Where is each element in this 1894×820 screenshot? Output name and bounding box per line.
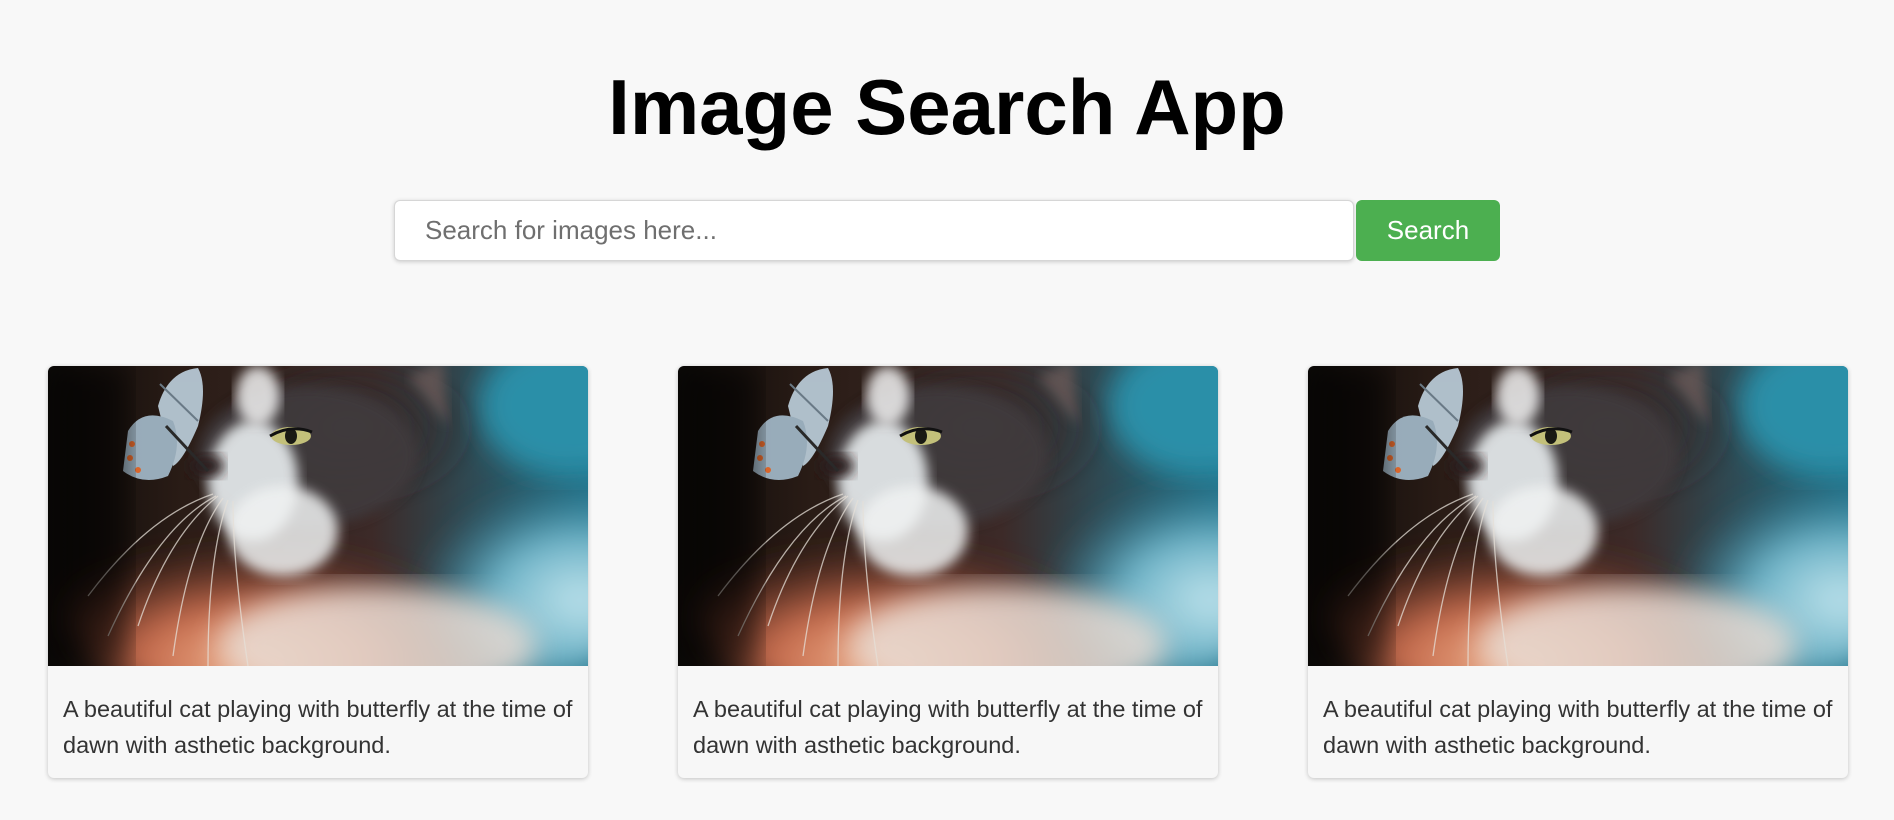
result-card[interactable]: A beautiful cat playing with butterfly a… bbox=[678, 366, 1218, 778]
result-caption: A beautiful cat playing with butterfly a… bbox=[1323, 696, 1833, 758]
result-image[interactable] bbox=[678, 366, 1218, 666]
result-caption: A beautiful cat playing with butterfly a… bbox=[63, 696, 573, 758]
result-image[interactable] bbox=[1308, 366, 1848, 666]
result-image[interactable] bbox=[48, 366, 588, 666]
result-card[interactable]: A beautiful cat playing with butterfly a… bbox=[1308, 366, 1848, 778]
search-button[interactable]: Search bbox=[1356, 200, 1500, 261]
result-caption: A beautiful cat playing with butterfly a… bbox=[693, 696, 1203, 758]
search-input[interactable] bbox=[394, 200, 1354, 261]
page-title: Image Search App bbox=[608, 63, 1286, 151]
result-card[interactable]: A beautiful cat playing with butterfly a… bbox=[48, 366, 588, 778]
search-form: Search bbox=[394, 200, 1500, 261]
